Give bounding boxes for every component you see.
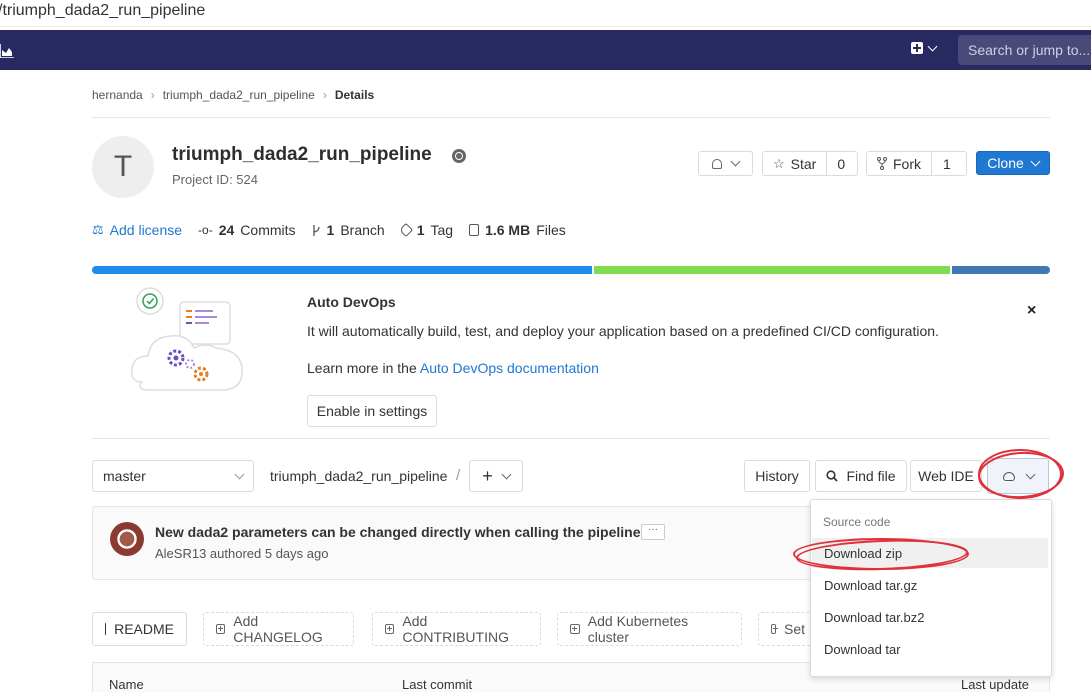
chevron-down-icon: [234, 469, 245, 479]
chevron-down-icon: [730, 156, 741, 167]
project-stats: ⚖ Add license -o- 24 Commits 1 Branch 1 …: [92, 222, 566, 238]
fork-icon: [877, 157, 887, 170]
fork-button[interactable]: Fork: [867, 152, 932, 175]
plus-square-icon: [911, 42, 923, 54]
readme-button[interactable]: README: [92, 612, 187, 646]
divider: [92, 117, 1050, 118]
star-button-group: ☆ Star 0: [762, 151, 858, 176]
plus-square-icon: [385, 624, 395, 634]
add-contributing-button[interactable]: Add CONTRIBUTING: [372, 612, 541, 646]
add-to-tree-dropdown[interactable]: +: [469, 460, 523, 492]
breadcrumb-item-current[interactable]: Details: [335, 88, 374, 102]
chevron-down-icon: [501, 469, 512, 479]
commit-author-avatar[interactable]: [110, 522, 144, 556]
new-dropdown-button[interactable]: [911, 41, 938, 54]
close-icon[interactable]: ×: [1027, 302, 1036, 320]
plus-square-icon: [216, 624, 226, 634]
auto-devops-docs-link[interactable]: Auto DevOps documentation: [420, 360, 599, 376]
bell-icon: [712, 158, 722, 169]
branch-icon: [312, 224, 320, 236]
plus-icon: +: [482, 465, 493, 486]
plus-square-icon: [570, 624, 580, 634]
chevron-right-icon: ›: [150, 88, 155, 102]
project-avatar: T: [92, 136, 154, 198]
chevron-down-icon: [927, 41, 938, 51]
activity-icon[interactable]: [0, 42, 14, 58]
star-count[interactable]: 0: [827, 156, 855, 172]
download-dropdown-menu: Source code Download zip Download tar.gz…: [810, 499, 1052, 677]
top-navbar: [0, 30, 1091, 70]
repository-path[interactable]: triumph_dada2_run_pipeline: [270, 468, 447, 484]
fork-count[interactable]: 1: [932, 156, 962, 172]
chevron-down-icon: [1030, 156, 1041, 166]
last-commit-panel: [92, 506, 812, 580]
fork-button-group: Fork 1: [866, 151, 967, 176]
download-tar-item[interactable]: Download tar: [812, 634, 1048, 664]
commit-meta: AleSR13 authored 5 days ago: [155, 546, 329, 561]
language-bar-segment-2[interactable]: [594, 266, 950, 274]
auto-devops-learn-more: Learn more in the Auto DevOps documentat…: [307, 360, 599, 376]
commits-link[interactable]: -o- 24 Commits: [198, 222, 295, 238]
auto-devops-title: Auto DevOps: [307, 294, 396, 310]
branches-link[interactable]: 1 Branch: [312, 222, 385, 238]
breadcrumb-item-group[interactable]: hernanda: [92, 88, 143, 102]
clone-button[interactable]: Clone: [976, 151, 1050, 175]
scale-icon: ⚖: [92, 222, 104, 237]
commit-title[interactable]: New dada2 parameters can be changed dire…: [155, 524, 656, 540]
auto-devops-description: It will automatically build, test, and d…: [307, 323, 939, 339]
auto-devops-illustration: [130, 287, 243, 391]
star-icon: ☆: [773, 155, 785, 171]
download-tar-bz2-item[interactable]: Download tar.bz2: [812, 602, 1048, 632]
tag-icon: [398, 222, 413, 238]
chevron-right-icon: ›: [322, 88, 327, 102]
enable-in-settings-button[interactable]: Enable in settings: [307, 395, 437, 427]
path-separator: /: [456, 467, 461, 484]
set-up-ci-button[interactable]: Set: [758, 612, 818, 646]
plus-square-icon: [771, 624, 778, 634]
star-button[interactable]: ☆ Star: [763, 152, 828, 175]
expand-commit-message-button[interactable]: ···: [641, 524, 665, 540]
globe-icon: [452, 149, 466, 163]
web-ide-button[interactable]: Web IDE: [910, 460, 982, 492]
notification-dropdown[interactable]: [698, 151, 753, 176]
tags-link[interactable]: 1 Tag: [398, 222, 453, 238]
add-changelog-button[interactable]: Add CHANGELOG: [203, 612, 354, 646]
language-bar-segment-1[interactable]: [92, 266, 592, 274]
document-icon: [105, 623, 107, 635]
project-title: triumph_dada2_run_pipeline: [172, 144, 432, 165]
search-icon: [826, 470, 839, 482]
branch-select[interactable]: master: [92, 460, 254, 492]
url-text: /triumph_dada2_run_pipeline: [0, 2, 206, 19]
add-license-link[interactable]: ⚖ Add license: [92, 222, 182, 238]
dropdown-header: Source code: [823, 515, 891, 529]
commit-icon: -o-: [198, 223, 213, 237]
project-id: Project ID: 524: [172, 172, 258, 187]
file-icon: [469, 224, 480, 236]
files-link[interactable]: 1.6 MB Files: [469, 222, 566, 238]
add-kubernetes-cluster-button[interactable]: Add Kubernetes cluster: [557, 612, 742, 646]
download-tar-gz-item[interactable]: Download tar.gz: [812, 570, 1048, 600]
find-file-button[interactable]: Find file: [815, 460, 907, 492]
breadcrumb-item-project[interactable]: triumph_dada2_run_pipeline: [163, 88, 315, 102]
history-button[interactable]: History: [744, 460, 810, 492]
browser-url-bar[interactable]: /triumph_dada2_run_pipeline: [0, 0, 1091, 27]
search-input[interactable]: Search or jump to...: [958, 35, 1091, 65]
divider: [92, 438, 1050, 439]
language-bar-segment-3[interactable]: [952, 266, 1050, 274]
breadcrumb: hernanda › triumph_dada2_run_pipeline › …: [92, 88, 374, 102]
